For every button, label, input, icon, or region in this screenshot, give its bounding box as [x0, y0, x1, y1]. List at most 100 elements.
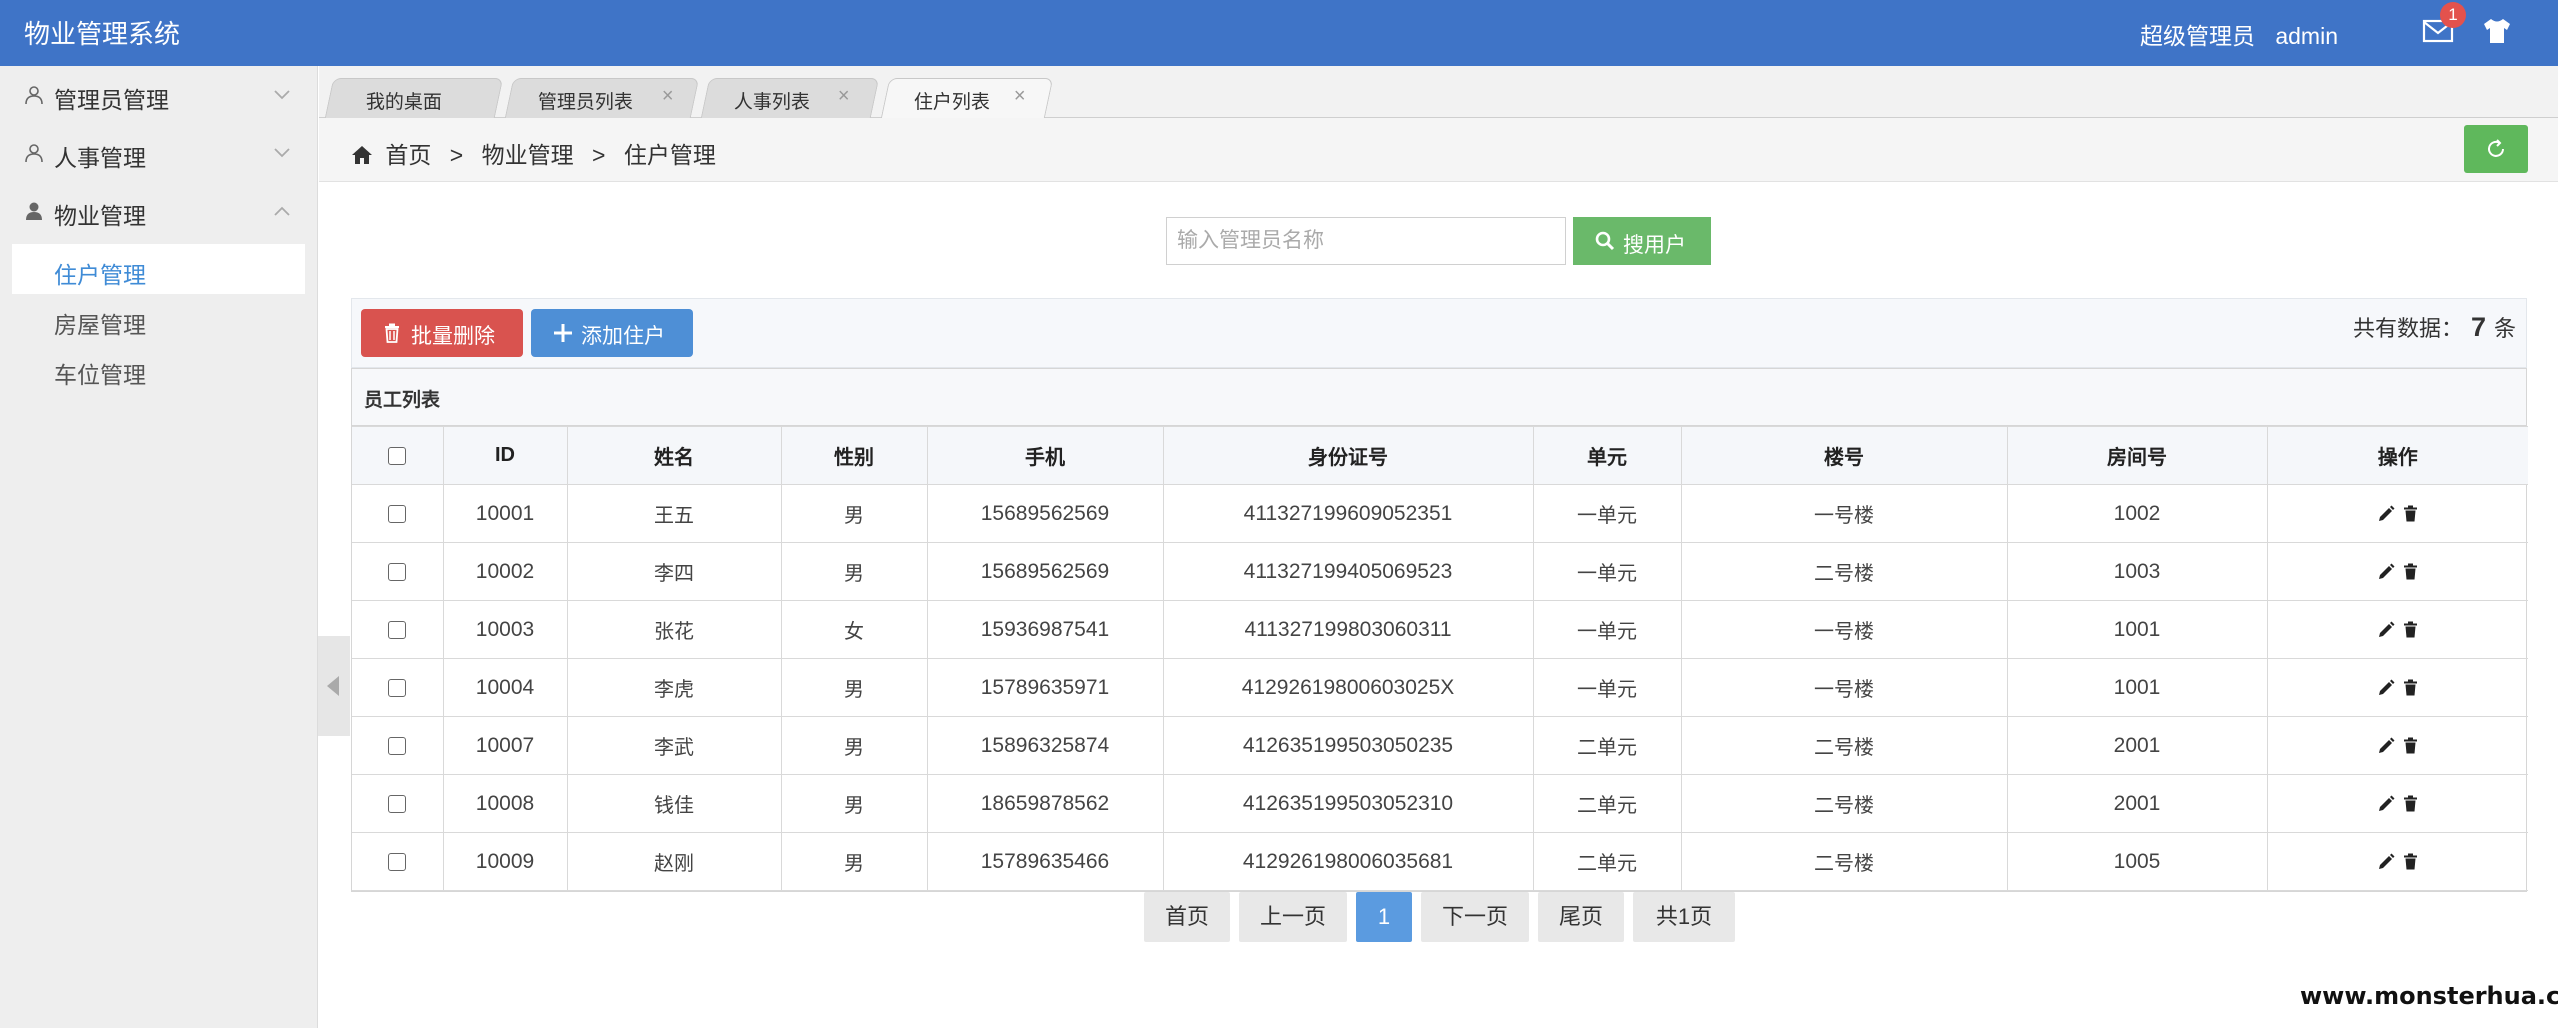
cell-room: 1003: [2006, 542, 2268, 601]
cell-room: 2001: [2006, 716, 2268, 775]
column-header: 姓名: [566, 426, 782, 485]
user-info[interactable]: 超级管理员 admin: [2140, 17, 2338, 51]
cell-actions: [2266, 716, 2528, 775]
search-button[interactable]: 搜用户: [1573, 217, 1711, 265]
cell-building: 二号楼: [1680, 832, 2008, 891]
sidebar-group-label: 物业管理: [54, 203, 146, 229]
cell-id: 10004: [442, 658, 568, 717]
theme-shirt-icon[interactable]: [2482, 17, 2512, 45]
edit-pencil-icon[interactable]: [2377, 563, 2395, 581]
edit-pencil-icon[interactable]: [2377, 737, 2395, 755]
row-checkbox[interactable]: [388, 852, 407, 871]
cell-name: 赵刚: [566, 832, 782, 891]
row-checkbox[interactable]: [388, 794, 407, 813]
app-title: 物业管理系统: [24, 19, 181, 49]
row-checkbox[interactable]: [388, 620, 407, 639]
add-resident-button[interactable]: 添加住户: [531, 309, 693, 357]
table-row: 10003 张花女 15936987541 411327199803060311 一单元…: [352, 600, 2528, 659]
trash-icon[interactable]: [2403, 679, 2418, 696]
tab-hr-list[interactable]: 人事列表 ×: [700, 78, 880, 118]
cell-actions: [2266, 484, 2528, 543]
cell-actions: [2266, 832, 2528, 891]
row-checkbox[interactable]: [388, 504, 407, 523]
breadcrumb-separator: >: [592, 142, 606, 168]
tab-resident-list[interactable]: 住户列表 ×: [880, 78, 1054, 119]
sidebar-item-parking[interactable]: 车位管理: [0, 344, 317, 394]
refresh-button[interactable]: [2464, 125, 2528, 173]
page-next-button[interactable]: 下一页: [1421, 892, 1529, 942]
close-icon[interactable]: ×: [838, 85, 850, 108]
trash-icon[interactable]: [2403, 737, 2418, 754]
record-count: 共有数据： 7 条: [2353, 311, 2516, 343]
tab-admin-list[interactable]: 管理员列表 ×: [504, 78, 700, 118]
resident-table: 员工列表 ID 姓名 性别 手机 身份证号 单元 楼号 房间号 操作 10001…: [351, 368, 2528, 892]
count-suffix: 条: [2493, 316, 2516, 341]
batch-delete-label: 批量删除: [411, 325, 495, 348]
page-prev-button[interactable]: 上一页: [1239, 892, 1347, 942]
cell-gender: 男: [780, 774, 928, 833]
sidebar-item-label: 车位管理: [54, 362, 146, 388]
page-last-button[interactable]: 尾页: [1538, 892, 1624, 942]
tab-label: 管理员列表: [537, 92, 633, 113]
select-cell: [352, 600, 444, 659]
cell-gender: 男: [780, 484, 928, 543]
count-prefix: 共有数据：: [2352, 316, 2463, 341]
cell-room: 1005: [2006, 832, 2268, 891]
user-role: 超级管理员: [2139, 23, 2255, 49]
user-icon: [25, 86, 43, 105]
trash-icon[interactable]: [2403, 795, 2418, 812]
search-input[interactable]: [1166, 217, 1566, 265]
trash-icon[interactable]: [2403, 853, 2418, 870]
batch-delete-button[interactable]: 批量删除: [361, 309, 523, 357]
mail-badge: 1: [2440, 2, 2466, 28]
watermark: www.monsterhua.com: [2300, 982, 2558, 1010]
table-row: 10001 王五男 15689562569 411327199609052351 一单元…: [352, 484, 2528, 543]
close-icon[interactable]: ×: [1014, 85, 1026, 108]
tab-desktop[interactable]: 我的桌面: [324, 78, 504, 118]
select-cell: [352, 716, 444, 775]
trash-icon[interactable]: [2403, 505, 2418, 522]
row-checkbox[interactable]: [388, 736, 407, 755]
chevron-down-icon: [274, 148, 290, 158]
sidebar-group-property[interactable]: 物业管理: [0, 182, 317, 240]
cell-unit: 一单元: [1532, 484, 1682, 543]
cell-phone: 15789635466: [926, 832, 1164, 891]
edit-pencil-icon[interactable]: [2377, 505, 2395, 523]
row-checkbox[interactable]: [388, 562, 407, 581]
sidebar-item-residents[interactable]: 住户管理: [12, 244, 305, 294]
cell-building: 一号楼: [1680, 658, 2008, 717]
cell-unit: 二单元: [1532, 774, 1682, 833]
breadcrumb-level1[interactable]: 物业管理: [482, 142, 574, 168]
edit-pencil-icon[interactable]: [2377, 853, 2395, 871]
select-all-checkbox[interactable]: [388, 446, 407, 465]
sidebar-collapse-handle[interactable]: [318, 636, 350, 736]
edit-pencil-icon[interactable]: [2377, 795, 2395, 813]
tab-label: 住户列表: [913, 92, 990, 113]
table-row: 10008 钱佳男 18659878562 412635199503052310 二单元…: [352, 774, 2528, 833]
page-first-button[interactable]: 首页: [1144, 892, 1230, 942]
column-header: ID: [442, 426, 568, 485]
trash-icon[interactable]: [2403, 563, 2418, 580]
cell-room: 1002: [2006, 484, 2268, 543]
page-total: 共1页: [1633, 892, 1735, 942]
page-current-button[interactable]: 1: [1356, 892, 1412, 942]
breadcrumb-home[interactable]: 首页: [385, 142, 431, 168]
username[interactable]: admin: [2275, 23, 2338, 49]
add-resident-label: 添加住户: [581, 325, 665, 348]
edit-pencil-icon[interactable]: [2377, 621, 2395, 639]
sidebar-item-houses[interactable]: 房屋管理: [0, 294, 317, 344]
column-header: 身份证号: [1162, 426, 1534, 485]
table-row: 10002 李四男 15689562569 411327199405069523 一单元…: [352, 542, 2528, 601]
sidebar-group-hr[interactable]: 人事管理: [0, 124, 317, 182]
edit-pencil-icon[interactable]: [2377, 679, 2395, 697]
trash-icon[interactable]: [2403, 621, 2418, 638]
cell-phone: 15689562569: [926, 484, 1164, 543]
cell-unit: 二单元: [1532, 832, 1682, 891]
row-checkbox[interactable]: [388, 678, 407, 697]
sidebar-item-label: 房屋管理: [54, 312, 146, 338]
sidebar-group-admin[interactable]: 管理员管理: [0, 66, 317, 124]
table-toolbar: 批量删除 添加住户 共有数据： 7 条: [351, 298, 2527, 368]
sidebar: 管理员管理 人事管理 物业管理 住户管理 房屋管理 车位管理: [0, 66, 318, 1028]
cell-actions: [2266, 774, 2528, 833]
close-icon[interactable]: ×: [662, 85, 674, 108]
